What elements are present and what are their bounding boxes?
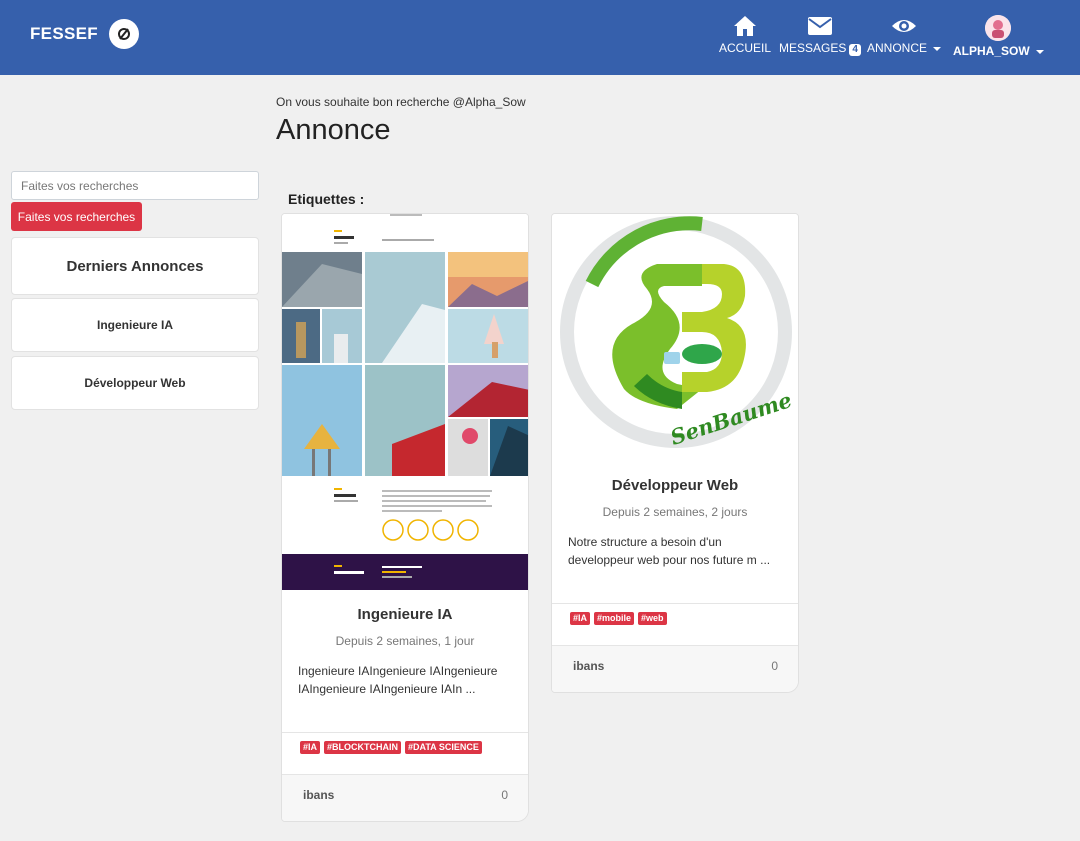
- divider: [282, 732, 528, 733]
- author-name[interactable]: ibans: [573, 659, 604, 673]
- search-input[interactable]: [11, 171, 259, 200]
- nav-messages[interactable]: MESSAGES 4: [779, 14, 861, 56]
- card-title[interactable]: Développeur Web: [552, 477, 798, 494]
- author-name[interactable]: ibans: [303, 788, 334, 802]
- latest-ads-title: Derniers Annonces: [11, 237, 259, 295]
- home-icon: [734, 16, 756, 36]
- nav-annonce-label: ANNONCE: [867, 41, 928, 55]
- card-image[interactable]: SenBaume: [552, 214, 798, 459]
- latest-ad-item[interactable]: Développeur Web: [11, 356, 259, 410]
- tag-badge[interactable]: #IA: [300, 741, 321, 754]
- navbar: FESSEF ACCUEIL MESSAGES 4 ANNONCE ALPHA_…: [0, 0, 1080, 75]
- brand-logo-icon[interactable]: [109, 19, 139, 49]
- greeting-text: On vous souhaite bon recherche @Alpha_So…: [276, 95, 526, 109]
- nav-annonce-dropdown[interactable]: ANNONCE: [867, 14, 942, 55]
- card-footer: ibans 0: [552, 645, 798, 692]
- nav-messages-label: MESSAGES: [779, 41, 847, 55]
- interest-count: 0: [501, 788, 508, 802]
- tag-list: #IA #BLOCKTCHAIN #DATA SCIENCE: [300, 741, 482, 754]
- nav-accueil-label: ACCUEIL: [719, 41, 772, 55]
- divider: [552, 603, 798, 604]
- tag-badge[interactable]: #web: [638, 612, 667, 625]
- search-button[interactable]: Faites vos recherches: [11, 202, 142, 231]
- card-date: Depuis 2 semaines, 2 jours: [602, 505, 748, 519]
- annonce-card[interactable]: SenBaume Développeur Web Depuis 2 semain…: [551, 213, 799, 693]
- chevron-down-icon: [933, 46, 942, 51]
- card-title[interactable]: Ingenieure IA: [282, 606, 528, 623]
- brand-name[interactable]: FESSEF: [30, 24, 98, 44]
- nav-accueil[interactable]: ACCUEIL: [719, 14, 771, 55]
- latest-ad-item[interactable]: Ingenieure IA: [11, 298, 259, 352]
- interest-count: 0: [771, 659, 778, 673]
- card-footer: ibans 0: [282, 774, 528, 821]
- card-image[interactable]: [282, 214, 528, 590]
- page-title: Annonce: [276, 114, 391, 146]
- portfolio-screenshot-image: [282, 214, 528, 590]
- card-description: Notre structure a besoin d'un developpeu…: [568, 535, 771, 567]
- tag-badge[interactable]: #IA: [570, 612, 591, 625]
- annonce-card[interactable]: Ingenieure IA Depuis 2 semaines, 1 jour …: [281, 213, 529, 822]
- tags-heading: Etiquettes :: [288, 191, 365, 207]
- messages-count-badge: 4: [849, 44, 861, 56]
- tag-badge[interactable]: #DATA SCIENCE: [405, 741, 482, 754]
- nav-user-dropdown[interactable]: ALPHA_SOW: [953, 15, 1044, 58]
- eye-icon: [892, 20, 916, 32]
- avatar: [985, 15, 1012, 41]
- tag-list: #IA #mobile #web: [570, 612, 667, 625]
- card-date: Depuis 2 semaines, 1 jour: [335, 634, 475, 648]
- tag-badge[interactable]: #BLOCKTCHAIN: [324, 741, 402, 754]
- chevron-down-icon: [1035, 49, 1044, 54]
- card-description: Ingenieure IAIngenieure IAIngenieure IAI…: [298, 664, 498, 696]
- nav-user-label: ALPHA_SOW: [953, 44, 1030, 58]
- tag-badge[interactable]: #mobile: [594, 612, 635, 625]
- envelope-icon: [807, 17, 832, 35]
